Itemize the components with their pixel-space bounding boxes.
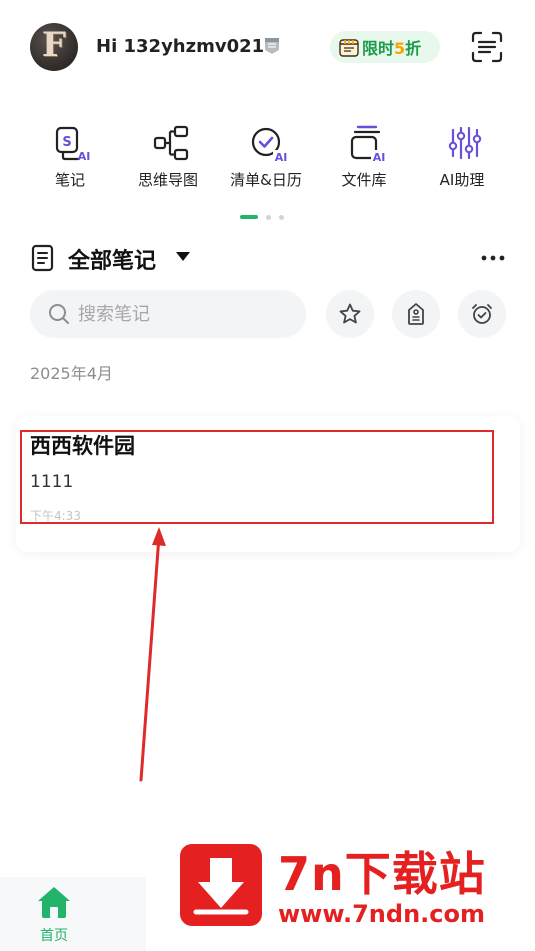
quick-actions: S AI 笔记 思维导图 AI 清单&日历 AI 文件库 AI助理	[20, 118, 520, 198]
pager-dot[interactable]	[279, 214, 284, 220]
ai-assistant-icon	[448, 126, 482, 160]
watermark-logo	[180, 844, 262, 926]
star-icon	[339, 303, 361, 324]
annotation-highlight-box	[20, 430, 494, 524]
notes-section-header: 全部笔记	[30, 242, 510, 274]
download-arrow-icon	[193, 858, 249, 915]
pager-dot-active[interactable]	[240, 215, 258, 219]
watermark: 7n下载站 www.7ndn.com	[146, 812, 535, 951]
tag-icon	[408, 303, 424, 325]
more-options-icon[interactable]	[478, 248, 508, 268]
svg-text:AI: AI	[373, 151, 386, 162]
home-icon	[38, 887, 70, 918]
quick-action-label: 清单&日历	[230, 171, 302, 189]
month-group-label: 2025年4月	[30, 364, 113, 383]
watermark-title: 7n下载站	[278, 847, 486, 901]
promo-text: 限时5折	[362, 39, 422, 58]
notebook-icon	[31, 244, 54, 272]
search-icon	[49, 304, 69, 324]
quick-action-label: 笔记	[54, 171, 85, 189]
promo-discount-button[interactable]: 限时5折	[330, 31, 440, 63]
tab-home[interactable]: 首页	[28, 885, 80, 947]
header: F Hi 132yhzmv021 限时5折	[0, 0, 535, 96]
svg-text:S: S	[62, 135, 71, 150]
watermark-url: www.7ndn.com	[278, 900, 485, 928]
scan-icon[interactable]	[470, 30, 504, 64]
tab-home-label: 首页	[40, 928, 68, 944]
user-greeting: Hi 132yhzmv021	[96, 36, 265, 57]
gift-box-icon	[339, 39, 359, 57]
alarm-clock-icon	[472, 304, 492, 324]
avatar-letter: F	[41, 25, 67, 65]
search-input[interactable]	[78, 302, 288, 326]
mindmap-icon	[153, 125, 189, 161]
membership-badge-icon[interactable]	[262, 36, 282, 56]
favorites-filter-button[interactable]	[326, 290, 374, 338]
file-library-ai-icon: AI	[350, 125, 387, 162]
carousel-pager	[240, 214, 284, 220]
quick-action-checklist-calendar[interactable]: AI 清单&日历	[216, 118, 314, 198]
avatar[interactable]: F	[30, 23, 78, 71]
quick-action-label: 思维导图	[137, 171, 198, 189]
checklist-ai-icon: AI	[251, 127, 289, 162]
quick-action-notes[interactable]: S AI 笔记	[20, 118, 118, 198]
svg-text:AI: AI	[275, 151, 288, 162]
pager-dot[interactable]	[266, 214, 271, 220]
search-bar[interactable]	[30, 290, 306, 338]
tag-filter-button[interactable]	[392, 290, 440, 338]
quick-action-label: 文件库	[341, 171, 387, 189]
quick-action-file-library[interactable]: AI 文件库	[314, 118, 412, 198]
svg-text:AI: AI	[78, 150, 91, 162]
notes-filter-title[interactable]: 全部笔记	[68, 243, 156, 275]
quick-action-ai-assistant[interactable]: AI助理	[412, 118, 510, 198]
quick-action-mindmap[interactable]: 思维导图	[118, 118, 216, 198]
reminder-filter-button[interactable]	[458, 290, 506, 338]
note-ai-icon: S AI	[55, 126, 91, 162]
quick-action-label: AI助理	[439, 171, 485, 189]
chevron-down-icon[interactable]	[176, 252, 190, 261]
